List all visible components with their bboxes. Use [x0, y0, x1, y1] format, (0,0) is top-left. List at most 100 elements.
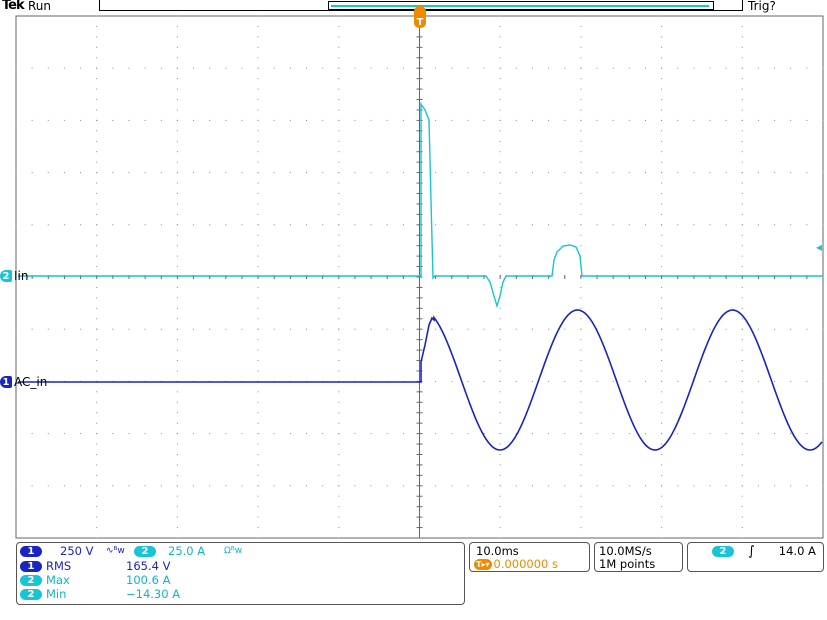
grid-dot: [580, 537, 582, 539]
grid-dot: [96, 255, 98, 257]
grid-dot: [741, 266, 743, 268]
grid-dot: [741, 433, 743, 435]
grid-dot: [499, 433, 501, 435]
grid-dot: [515, 172, 517, 174]
grid-dot: [548, 172, 550, 174]
grid-dot: [532, 224, 533, 226]
grid-dot: [532, 119, 533, 121]
grid-dot: [435, 172, 437, 174]
grid-dot: [451, 380, 453, 382]
grid-dot: [176, 161, 178, 163]
grid-dot: [257, 151, 259, 153]
grid-dot: [160, 485, 162, 487]
grid-dot: [661, 433, 663, 435]
grid-dot: [499, 130, 501, 132]
measurement-row[interactable]: 2 Min −14.30 A: [20, 587, 180, 601]
grid-dot: [15, 328, 17, 330]
grid-dot: [645, 380, 646, 382]
grid-dot: [96, 307, 98, 309]
grid-dot: [677, 380, 679, 382]
grid-dot: [289, 119, 291, 121]
ch1-marker-badge: 1: [0, 376, 12, 388]
grid-dot: [580, 15, 582, 17]
grid-dot: [661, 286, 663, 288]
grid-dot: [499, 360, 501, 361]
grid-dot: [257, 422, 259, 424]
trigger-level-arrow-icon[interactable]: ◂: [816, 240, 822, 254]
grid-dot: [515, 67, 517, 69]
grid-dot: [677, 172, 679, 174]
grid-dot: [741, 88, 743, 90]
grid-dot: [499, 245, 501, 247]
grid-dot: [370, 172, 372, 174]
grid-dot: [63, 485, 65, 487]
grid-dot: [628, 67, 630, 69]
vertical-settings-row[interactable]: 1 250 V ∿ᴮw 2 25.0 A Ωᴮw: [20, 544, 242, 558]
grid-dot: [822, 172, 824, 174]
acquisition-panel[interactable]: 10.0MS/s 1M points: [594, 542, 683, 572]
grid-dot: [273, 224, 275, 226]
grid-dot: [338, 172, 340, 174]
grid-dot: [645, 172, 646, 174]
grid-dot: [661, 67, 663, 69]
grid-dot: [257, 537, 259, 539]
grid-dot: [257, 224, 259, 226]
grid-dot: [499, 99, 501, 100]
trigger-position-marker[interactable]: T: [414, 6, 426, 28]
grid-dot: [741, 161, 743, 163]
measurement-name: Min: [46, 587, 67, 601]
grid-dot: [564, 433, 566, 435]
grid-dot: [289, 433, 291, 435]
grid-dot: [338, 286, 340, 288]
grid-dot: [176, 213, 178, 215]
grid-dot: [176, 109, 178, 111]
grid-dot: [709, 380, 711, 382]
graticule[interactable]: T ◂: [0, 0, 827, 545]
grid-dot: [483, 67, 485, 69]
grid-dot: [661, 151, 663, 153]
grid-dot: [548, 67, 550, 69]
grid-dot: [661, 422, 663, 424]
grid-dot: [112, 433, 114, 435]
grid-dot: [386, 67, 388, 69]
grid-dot: [515, 224, 517, 226]
grid-dot: [612, 328, 614, 330]
grid-dot: [338, 443, 340, 445]
grid-dot: [273, 172, 275, 174]
grid-dot: [499, 46, 501, 48]
grid-dot: [402, 172, 404, 174]
measurement-row[interactable]: 1 RMS 165.4 V: [20, 559, 170, 573]
horizontal-panel[interactable]: 10.0ms T▸▾ 0.000000 s: [469, 542, 590, 572]
grid-dot: [515, 485, 517, 487]
grid-dot: [176, 224, 178, 226]
grid-dot: [322, 485, 324, 487]
grid-dot: [661, 412, 663, 414]
ch2-marker[interactable]: 2 Iin: [0, 269, 28, 283]
grid-dot: [451, 433, 453, 435]
trigger-panel[interactable]: 2 ∫ 14.0 A: [687, 542, 824, 572]
grid-dot: [63, 224, 65, 226]
grid-dot: [741, 443, 743, 445]
grid-dot: [80, 67, 82, 69]
grid-dot: [225, 172, 227, 174]
grid-dot: [499, 15, 501, 17]
grid-dot: [402, 119, 404, 121]
measurement-row[interactable]: 2 Max 100.6 A: [20, 573, 170, 587]
grid-dot: [580, 349, 582, 351]
grid-dot: [596, 433, 598, 435]
grid-dot: [661, 224, 663, 226]
grid-dot: [774, 485, 776, 487]
grid-dot: [580, 130, 582, 132]
vertical-measurement-panel[interactable]: 1 250 V ∿ᴮw 2 25.0 A Ωᴮw 1 RMS 165.4 V 2 Max…: [16, 542, 465, 605]
grid-dot: [176, 78, 178, 80]
grid-dot: [402, 67, 404, 69]
grid-dot: [96, 464, 98, 466]
grid-dot: [96, 119, 98, 121]
grid-dot: [257, 464, 259, 466]
grid-dot: [499, 485, 501, 487]
grid-dot: [257, 339, 259, 341]
grid-dot: [176, 506, 178, 508]
grid-dot: [96, 391, 98, 393]
grid-dot: [338, 224, 340, 226]
ch1-marker[interactable]: 1 AC_in: [0, 375, 47, 389]
